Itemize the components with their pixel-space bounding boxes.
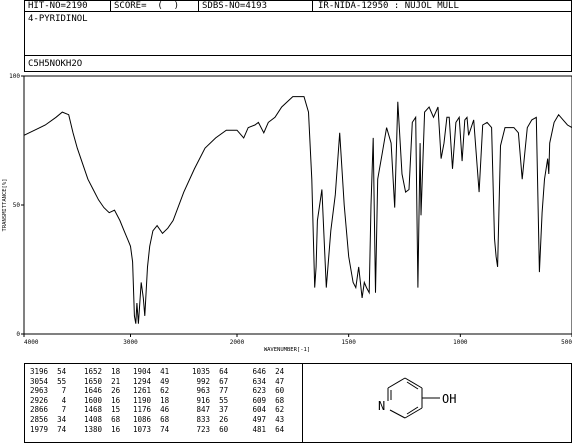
- peak-entry: 1294 49: [133, 376, 170, 386]
- peak-entry: 623 60: [248, 386, 285, 396]
- y-tick-label: 100: [9, 73, 20, 80]
- sdbs-number: SDBS-NO=4193: [202, 1, 268, 11]
- ring-nitrogen-label: N: [378, 399, 385, 413]
- ir-spectrum-chart: 4000 3000 2000 1500 1000 500100500WAVENUMBER[…: [2, 73, 572, 353]
- hydroxyl-label: OH: [442, 392, 456, 406]
- peak-entry: 1652 18: [84, 367, 121, 376]
- score: SCORE= ( ): [114, 1, 180, 11]
- peak-column: 1904 41 1294 49 1261 62 1190 18 1176 46 1086 …: [133, 367, 169, 434]
- peak-entry: 1073 74: [133, 424, 170, 434]
- y-tick-label: 50: [13, 202, 21, 209]
- peak-entry: 1600 16: [84, 395, 121, 405]
- header-divider-lower: [24, 55, 572, 56]
- x-tick-label: 4000: [24, 339, 39, 346]
- x-tick-label: 1000: [453, 339, 468, 346]
- peak-entry: 481 64: [248, 424, 285, 434]
- peak-entry: 2963 7: [30, 386, 67, 396]
- peak-entry: 3196 54: [30, 367, 67, 376]
- header-divider: [24, 11, 572, 12]
- peak-entry: 1408 68: [84, 414, 121, 424]
- structure-drawing: N OH: [378, 377, 456, 419]
- peak-entry: 646 24: [248, 367, 285, 376]
- spectrum-line: [23, 96, 572, 324]
- x-tick-label: 1500: [341, 339, 356, 346]
- x-tick-label: 3000: [123, 339, 138, 346]
- peak-entry: 3054 55: [30, 376, 67, 386]
- peak-entry: 604 62: [248, 405, 285, 415]
- molecular-formula: C5H5NOKH2O: [28, 59, 83, 69]
- peak-column: 1035 64 992 67 963 77 916 55 847 37 833 …: [192, 367, 228, 434]
- compound-name: 4-PYRIDINOL: [28, 14, 88, 24]
- peak-entry: 1086 68: [133, 414, 170, 424]
- x-tick-label: 2000: [230, 339, 245, 346]
- peak-entry: 916 55: [192, 395, 229, 405]
- plot-frame: [23, 75, 572, 335]
- peak-entry: 992 67: [192, 376, 229, 386]
- peak-entry: 1650 21: [84, 376, 121, 386]
- peak-entry: 1904 41: [133, 367, 170, 376]
- peak-entry: 1979 74: [30, 424, 67, 434]
- hit-number: HIT-NO=2190: [28, 1, 88, 11]
- x-tick-label: 500: [561, 339, 572, 346]
- peak-entry: 1035 64: [192, 367, 229, 376]
- peak-entry: 1176 46: [133, 405, 170, 415]
- peak-column: 1652 18 1650 21 1646 26 1600 16 1468 15 1408 …: [84, 367, 120, 434]
- peak-column: 646 24 634 47 623 60 609 68 604 62 497 4…: [248, 367, 285, 434]
- peak-entry: 2866 7: [30, 405, 67, 415]
- peak-entry: 1380 16: [84, 424, 121, 434]
- peak-entry: 609 68: [248, 395, 285, 405]
- header-sep-1: [110, 0, 111, 12]
- x-axis-label: WAVENUMBER[-1]: [264, 347, 310, 353]
- table-structure-divider: [302, 363, 303, 443]
- peak-entry: 634 47: [248, 376, 285, 386]
- peak-column: 3196 54 3054 55 2963 7 2926 4 2866 7 2856 34 1…: [30, 367, 66, 434]
- peak-entry: 833 26: [192, 414, 229, 424]
- header-sep-2: [198, 0, 199, 12]
- peak-entry: 1646 26: [84, 386, 121, 396]
- peak-entry: 2856 34: [30, 414, 67, 424]
- peak-entry: 1261 62: [133, 386, 170, 396]
- peak-entry: 1190 18: [133, 395, 170, 405]
- y-tick-label: 0: [16, 331, 20, 338]
- peak-entry: 2926 4: [30, 395, 67, 405]
- ir-info: IR-NIDA-12950 : NUJOL MULL: [318, 1, 459, 11]
- y-axis-label: TRANSMITTANCE[%]: [2, 179, 8, 232]
- peak-entry: 497 43: [248, 414, 285, 424]
- peak-entry: 723 60: [192, 424, 229, 434]
- peak-entry: 963 77: [192, 386, 229, 396]
- header-sep-3: [312, 0, 313, 12]
- peak-entry: 1468 15: [84, 405, 121, 415]
- peak-entry: 847 37: [192, 405, 229, 415]
